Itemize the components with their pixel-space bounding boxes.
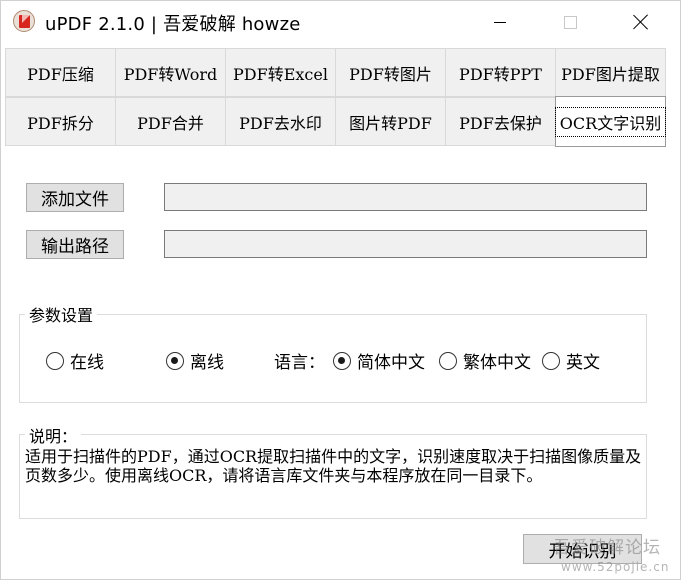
tab-pdf-to-image[interactable]: PDF转图片 [335, 48, 446, 97]
tab-pdf-split[interactable]: PDF拆分 [5, 97, 116, 146]
app-window: uPDF 2.1.0 | 吾爱破解 howze PDF压缩 PDF转Word P… [0, 0, 681, 580]
radio-unchecked-icon [46, 351, 64, 370]
radio-checked-icon [333, 351, 351, 370]
add-file-input[interactable] [164, 183, 647, 211]
radio-traditional-chinese[interactable]: 繁体中文 [439, 348, 531, 373]
close-icon [633, 14, 649, 30]
radio-unchecked-icon [542, 351, 560, 370]
params-legend: 参数设置 [25, 302, 98, 326]
window-title: uPDF 2.1.0 | 吾爱破解 howze [45, 14, 301, 35]
tab-pdf-to-excel[interactable]: PDF转Excel [225, 48, 336, 97]
output-path-input[interactable] [164, 230, 647, 258]
description-text: 适用于扫描件的PDF，通过OCR提取扫描件中的文字，识别速度取决于扫描图像质量及… [25, 447, 642, 485]
close-button[interactable] [618, 1, 664, 43]
minimize-button[interactable] [477, 1, 523, 43]
radio-simplified-chinese[interactable]: 简体中文 [333, 348, 425, 373]
tab-pdf-remove-protection[interactable]: PDF去保护 [445, 97, 556, 146]
watermark-url: www.52pojie.cn [561, 560, 670, 574]
radio-online[interactable]: 在线 [46, 348, 104, 373]
language-label: 语言： [274, 353, 325, 373]
add-file-button[interactable]: 添加文件 [26, 183, 124, 212]
minimize-icon [494, 21, 506, 23]
tab-pdf-to-ppt[interactable]: PDF转PPT [445, 48, 556, 97]
tab-pdf-merge[interactable]: PDF合并 [115, 97, 226, 146]
description-legend: 说明： [25, 423, 82, 447]
maximize-icon [563, 15, 577, 29]
tab-pdf-to-word[interactable]: PDF转Word [115, 48, 226, 97]
output-path-button[interactable]: 输出路径 [26, 230, 124, 259]
tab-image-to-pdf[interactable]: 图片转PDF [335, 97, 446, 146]
tab-ocr[interactable]: OCR文字识别 [554, 96, 667, 147]
tab-pdf-compress[interactable]: PDF压缩 [5, 48, 116, 97]
title-bar[interactable]: uPDF 2.1.0 | 吾爱破解 howze [1, 1, 680, 43]
watermark-text: 吾爱破解论坛 [553, 538, 661, 558]
radio-checked-icon [166, 351, 184, 370]
tab-pdf-remove-watermark[interactable]: PDF去水印 [225, 97, 336, 146]
radio-offline[interactable]: 离线 [166, 348, 224, 373]
radio-unchecked-icon [439, 351, 457, 370]
pdf-app-icon [13, 10, 35, 32]
radio-english[interactable]: 英文 [542, 348, 600, 373]
tab-pdf-image-extract[interactable]: PDF图片提取 [555, 48, 666, 97]
maximize-button[interactable] [547, 1, 593, 43]
